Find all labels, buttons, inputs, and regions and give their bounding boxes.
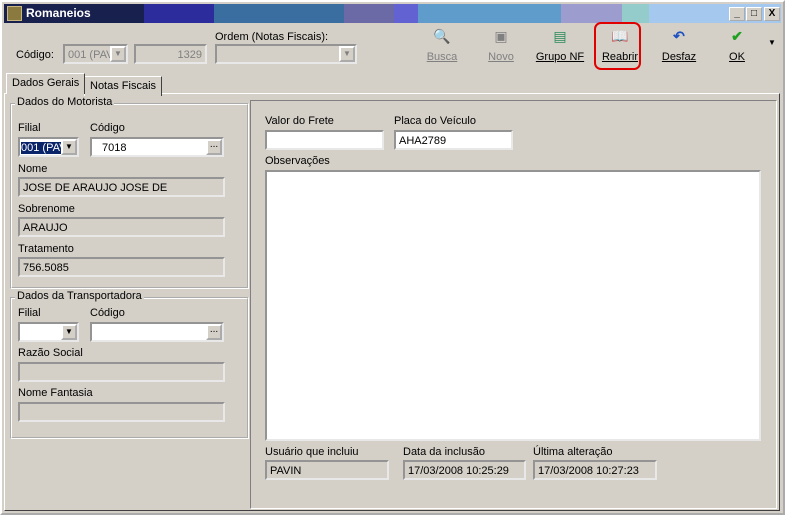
- data-inclusao-field[interactable]: 17/03/2008 10:25:29: [403, 460, 526, 480]
- motorista-codigo-field[interactable]: 7018...: [90, 137, 224, 157]
- close-button[interactable]: X: [764, 7, 780, 21]
- tab-dados-gerais[interactable]: Dados Gerais: [6, 73, 86, 94]
- codigo-label: Código: [90, 307, 125, 319]
- busca-button[interactable]: 🔍 Busca: [414, 28, 470, 68]
- sobrenome-field[interactable]: ARAUJO: [18, 217, 225, 237]
- busca-label: Busca: [426, 51, 458, 63]
- grupo-nf-button[interactable]: ▤ Grupo NF: [532, 28, 588, 68]
- valor-frete-label: Valor do Frete: [265, 115, 334, 127]
- codigo-filial-combo[interactable]: 001 (PAVI ▼: [63, 44, 128, 64]
- novo-button[interactable]: ▣ Novo: [473, 28, 529, 68]
- placa-field[interactable]: AHA2789: [394, 130, 513, 150]
- app-icon: [7, 6, 22, 21]
- undo-arrow-icon: ↶: [673, 28, 685, 44]
- codigo-label: Código: [90, 122, 125, 134]
- dropdown-arrow-icon[interactable]: ▼: [339, 46, 355, 62]
- ok-label: OK: [729, 51, 745, 63]
- usuario-field[interactable]: PAVIN: [265, 460, 389, 480]
- minimize-button[interactable]: _: [729, 7, 745, 21]
- filial-label: Filial: [18, 122, 41, 134]
- observacoes-textarea[interactable]: [265, 170, 761, 441]
- ultima-alteracao-label: Última alteração: [533, 446, 613, 458]
- desfaz-label: Desfaz: [661, 51, 697, 63]
- observacoes-label: Observações: [265, 155, 330, 167]
- ellipsis-button[interactable]: ...: [206, 324, 222, 340]
- usuario-label: Usuário que incluiu: [265, 446, 359, 458]
- toolbar-overflow-arrow-icon[interactable]: ▼: [768, 38, 776, 47]
- novo-label: Novo: [488, 51, 514, 63]
- dropdown-arrow-icon[interactable]: ▼: [61, 139, 77, 155]
- motorista-group-title: Dados do Motorista: [15, 96, 115, 108]
- data-inclusao-label: Data da inclusão: [403, 446, 485, 458]
- codigo-numero-field[interactable]: 1329: [134, 44, 207, 64]
- tab-notas-fiscais[interactable]: Notas Fiscais: [84, 76, 163, 96]
- codigo-value: 7018: [102, 142, 127, 154]
- valor-frete-field[interactable]: [265, 130, 384, 150]
- razao-social-label: Razão Social: [18, 347, 83, 359]
- motorista-filial-combo[interactable]: 001 (PAV ▼: [18, 137, 79, 157]
- highlight-box: [594, 22, 641, 70]
- transportadora-filial-combo[interactable]: ▼: [18, 322, 79, 342]
- new-document-icon: ▣: [494, 28, 508, 44]
- filial-value: 001 (PAV: [21, 142, 67, 154]
- desfaz-button[interactable]: ↶ Desfaz: [651, 28, 707, 68]
- window-title: Romaneios: [26, 6, 91, 20]
- ok-button[interactable]: ✔ OK: [709, 28, 765, 68]
- transportadora-group-title: Dados da Transportadora: [15, 290, 144, 302]
- transportadora-codigo-field[interactable]: ...: [90, 322, 224, 342]
- ordem-combo[interactable]: ▼: [215, 44, 357, 64]
- filial-label: Filial: [18, 307, 41, 319]
- tratamento-label: Tratamento: [18, 243, 74, 255]
- title-bar: Romaneios _ □ X: [4, 4, 781, 23]
- nome-fantasia-field[interactable]: [18, 402, 225, 422]
- grupo-nf-label: Grupo NF: [535, 51, 585, 63]
- codigo-label: Código:: [16, 49, 54, 61]
- ordem-label: Ordem (Notas Fiscais):: [215, 31, 329, 43]
- nome-label: Nome: [18, 163, 48, 175]
- nome-field[interactable]: JOSE DE ARAUJO JOSE DE: [18, 177, 225, 197]
- placa-label: Placa do Veículo: [394, 115, 476, 127]
- tratamento-field[interactable]: 756.5085: [18, 257, 225, 277]
- dropdown-arrow-icon[interactable]: ▼: [61, 324, 77, 340]
- maximize-button[interactable]: □: [746, 7, 762, 21]
- checkmark-icon: ✔: [731, 28, 743, 44]
- razao-social-field[interactable]: [18, 362, 225, 382]
- dropdown-arrow-icon[interactable]: ▼: [110, 46, 126, 62]
- ultima-alteracao-field[interactable]: 17/03/2008 10:27:23: [533, 460, 657, 480]
- sobrenome-label: Sobrenome: [18, 203, 75, 215]
- nome-fantasia-label: Nome Fantasia: [18, 387, 93, 399]
- magnifier-icon: 🔍: [433, 28, 451, 44]
- ellipsis-button[interactable]: ...: [206, 139, 222, 155]
- documents-group-icon: ▤: [553, 28, 567, 44]
